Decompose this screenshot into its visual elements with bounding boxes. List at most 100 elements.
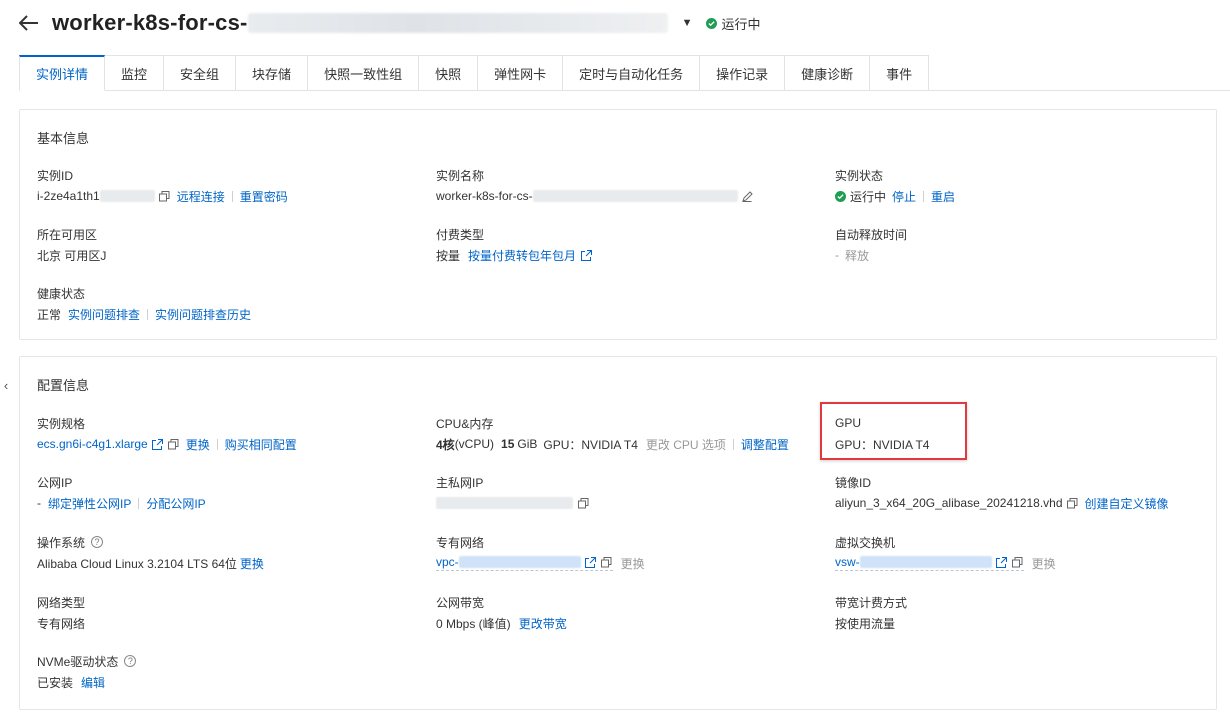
change-vswitch: 更换 [1031,556,1056,571]
copy-icon[interactable] [168,438,180,450]
tab-snapshot-consistency-group[interactable]: 快照一致性组 [308,55,420,91]
instance-id-redacted [99,190,155,202]
zone-value: 北京 可用区J [37,248,107,263]
field-bandwidth: 公网带宽 0 Mbps (峰值) 更改带宽 [436,594,816,631]
title-redacted [247,13,668,33]
field-auto-release: 自动释放时间 - 释放 [835,226,1215,263]
copy-icon[interactable] [577,497,589,509]
bandwidth-label: 公网带宽 [436,595,485,610]
adjust-config-link[interactable]: 调整配置 [741,436,789,453]
spec-label: 实例规格 [37,416,86,431]
copy-icon[interactable] [601,556,613,568]
field-vpc: 专有网络 vpc- 更换 [436,534,816,571]
vswitch-label: 虚拟交换机 [835,535,896,550]
instance-status-label: 实例状态 [835,168,884,183]
vpc-label: 专有网络 [436,535,485,550]
change-vpc: 更换 [620,556,645,571]
field-instance-status: 实例状态 运行中 停止 重启 [835,167,1215,204]
auto-release-label: 自动释放时间 [835,227,908,242]
field-bandwidth-billing: 带宽计费方式 按使用流量 [835,594,1215,631]
basic-info-title: 基本信息 [37,131,90,146]
vpc-link[interactable]: vpc- [436,555,459,569]
zone-label: 所在可用区 [37,227,98,242]
field-instance-name: 实例名称 worker-k8s-for-cs- [436,167,816,204]
public-ip-dash: - [37,496,41,510]
copy-icon[interactable] [159,190,171,202]
os-label: 操作系统 [37,535,86,550]
external-link-icon[interactable] [580,249,592,261]
memory-size: 15 [501,437,515,451]
cpu-unit: (vCPU) [454,437,495,451]
instance-id-label: 实例ID [37,168,74,183]
tab-scheduled-tasks[interactable]: 定时与自动化任务 [563,55,701,91]
image-id-label: 镜像ID [835,475,872,490]
convert-billing-link[interactable]: 按量付费转包年包月 [468,247,576,264]
diagnose-history-link[interactable]: 实例问题排查历史 [155,306,251,323]
question-circle-icon[interactable]: ? [124,655,137,667]
field-zone: 所在可用区 北京 可用区J [37,226,417,263]
chevron-down-icon[interactable]: ▼ [682,17,693,29]
private-ip-label: 主私网IP [436,475,484,490]
tab-instance-details[interactable]: 实例详情 [19,55,106,91]
nvme-label: NVMe驱动状态 [37,654,119,669]
tab-operation-log[interactable]: 操作记录 [700,55,786,91]
spec-value-link[interactable]: ecs.gn6i-c4g1.xlarge [37,437,148,451]
remote-connect-link[interactable]: 远程连接 [177,188,225,205]
check-circle-icon [706,17,718,29]
header-status-text: 运行中 [721,16,761,32]
instance-status-value: 运行中 [850,189,887,204]
bind-eip-link[interactable]: 绑定弹性公网IP [48,495,131,512]
copy-icon[interactable] [1012,556,1024,568]
vswitch-link[interactable]: vsw- [835,555,860,569]
field-os: 操作系统 ? Alibaba Cloud Linux 3.2104 LTS 64… [37,534,417,571]
reset-password-link[interactable]: 重置密码 [240,188,288,205]
tab-bar: 实例详情 监控 安全组 块存储 快照一致性组 快照 弹性网卡 定时与自动化任务 … [19,55,1230,91]
instance-name-label: 实例名称 [436,168,485,183]
change-spec-link[interactable]: 更换 [186,436,210,453]
bandwidth-billing-label: 带宽计费方式 [835,595,908,610]
external-link-icon[interactable] [585,556,597,568]
instance-name-value: worker-k8s-for-cs- [436,189,533,203]
network-type-value: 专有网络 [37,616,86,631]
field-spec: 实例规格 ecs.gn6i-c4g1.xlarge 更换 购买相同配置 [37,415,417,452]
tab-eni[interactable]: 弹性网卡 [478,55,564,91]
buy-same-config-link[interactable]: 购买相同配置 [225,436,297,453]
field-public-ip: 公网IP - 绑定弹性公网IP 分配公网IP [37,474,417,511]
change-cpu-options: 更改 CPU 选项 [645,437,726,452]
tab-events[interactable]: 事件 [870,55,930,91]
vswitch-redacted [859,556,992,568]
page-header: worker-k8s-for-cs- ▼ 运行中 [18,8,760,38]
diagnose-link[interactable]: 实例问题排查 [68,306,140,323]
basic-info-card: 基本信息 实例ID i-2ze4a1th1 远程连接 重置密码 实例名称 wor… [19,109,1217,340]
question-circle-icon[interactable]: ? [91,536,104,548]
external-link-icon[interactable] [152,438,164,450]
health-value: 正常 [37,307,62,322]
os-value: Alibaba Cloud Linux 3.2104 LTS 64位 [37,556,237,571]
field-private-ip: 主私网IP [436,474,816,511]
tab-monitoring[interactable]: 监控 [105,55,165,91]
create-custom-image-link[interactable]: 创建自定义镜像 [1085,495,1169,512]
cpu-gpu-text: GPU：NVIDIA T4 [543,437,638,452]
header-status-badge: 运行中 [706,14,760,33]
back-arrow-icon[interactable] [18,12,40,34]
tab-block-storage[interactable]: 块存储 [236,55,309,91]
image-id-value: aliyun_3_x64_20G_alibase_20241218.vhd [835,496,1063,510]
config-info-title: 配置信息 [37,378,90,393]
restart-link[interactable]: 重启 [931,188,955,205]
field-network-type: 网络类型 专有网络 [37,594,417,631]
change-bandwidth-link[interactable]: 更改带宽 [519,615,567,632]
tab-snapshot[interactable]: 快照 [419,55,479,91]
page-title: worker-k8s-for-cs- [52,10,248,35]
pencil-icon[interactable] [742,190,754,202]
tab-security-group[interactable]: 安全组 [164,55,237,91]
copy-icon[interactable] [1067,497,1079,509]
collapse-arrow-icon[interactable]: ‹ [0,370,12,400]
field-cpu-mem: CPU&内存 4核 (vCPU) 15 GiB GPU：NVIDIA T4 更改… [436,415,816,452]
assign-public-ip-link[interactable]: 分配公网IP [146,495,205,512]
tab-health-diagnosis[interactable]: 健康诊断 [785,55,871,91]
health-label: 健康状态 [37,286,86,301]
stop-link[interactable]: 停止 [892,188,916,205]
change-os-link[interactable]: 更换 [240,555,264,572]
edit-nvme-link[interactable]: 编辑 [81,674,105,691]
external-link-icon[interactable] [996,556,1008,568]
